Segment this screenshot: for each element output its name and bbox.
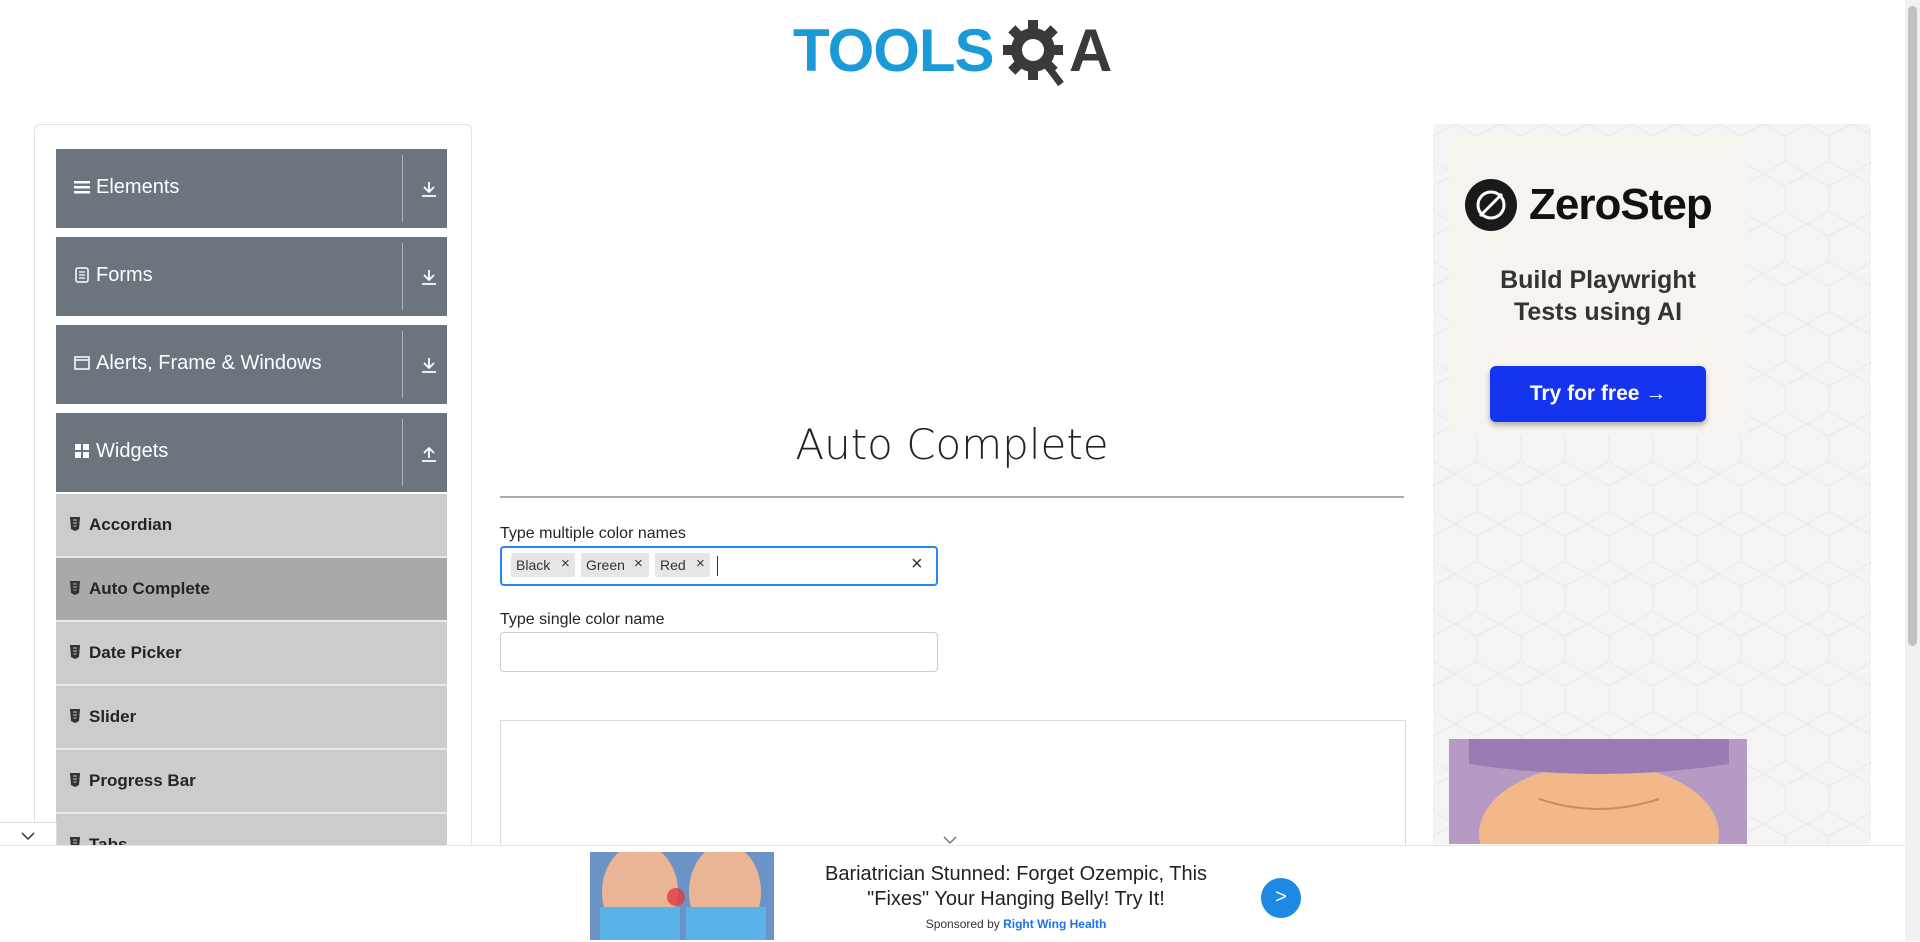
gear-icon [1003, 20, 1064, 87]
ad-image[interactable] [590, 852, 774, 940]
tagline-line1: Build Playwright [1500, 266, 1696, 294]
chevron-down-icon[interactable] [940, 834, 960, 846]
single-color-label: Type single color name [500, 611, 665, 628]
menu-item-label: Auto Complete [89, 579, 210, 598]
multi-color-input[interactable]: Black × Green × Red × × [500, 546, 938, 586]
title-divider [500, 496, 1404, 498]
page-scrollbar[interactable] [1905, 0, 1920, 941]
download-arrow-icon[interactable] [420, 179, 438, 199]
remove-chip-icon[interactable]: × [561, 555, 570, 572]
toolsqa-logo[interactable]: TOOLS A [793, 16, 1115, 90]
html5-icon [70, 645, 80, 659]
menu-group-title: Widgets [96, 440, 169, 462]
menu-item-label: Accordian [89, 515, 173, 534]
menu-item-label: Progress Bar [89, 771, 196, 790]
sponsor-prefix: Sponsored by [925, 917, 1004, 931]
download-arrow-icon[interactable] [420, 355, 438, 375]
ad-headline[interactable]: Bariatrician Stunned: Forget Ozempic, Th… [806, 862, 1226, 912]
color-chip: Black × [511, 553, 575, 577]
download-arrow-icon[interactable] [420, 267, 438, 287]
chip-label: Green [586, 557, 625, 573]
right-ad-panel: ZeroStep Build Playwright Tests using AI… [1433, 124, 1871, 844]
try-for-free-button[interactable]: Try for free → [1490, 366, 1706, 422]
zerostep-ad[interactable]: ZeroStep Build Playwright Tests using AI… [1449, 136, 1747, 436]
menu-item-date-picker[interactable]: Date Picker [56, 622, 447, 686]
html5-icon [70, 709, 80, 723]
upload-arrow-icon[interactable] [420, 443, 438, 463]
remove-chip-icon[interactable]: × [696, 555, 705, 572]
remove-chip-icon[interactable]: × [634, 555, 643, 572]
color-chip: Green × [581, 553, 649, 577]
divider [402, 331, 403, 398]
divider [402, 155, 403, 222]
sponsor-name[interactable]: Right Wing Health [1003, 917, 1106, 931]
menu-group-title: Elements [96, 176, 180, 198]
ad-illustration [1449, 739, 1747, 844]
html5-icon [70, 581, 80, 595]
page-title: Auto Complete [795, 420, 1109, 469]
color-chip: Red × [655, 553, 710, 577]
menu-group-forms[interactable]: Forms [56, 237, 447, 316]
menu-item-progress-bar[interactable]: Progress Bar [56, 750, 447, 814]
zerostep-brand: ZeroStep [1529, 180, 1713, 229]
window-icon [74, 356, 90, 370]
menu-item-label: Slider [89, 707, 137, 726]
menu-item-slider[interactable]: Slider [56, 686, 447, 750]
text-caret [717, 556, 718, 576]
bottom-ad-banner[interactable]: Bariatrician Stunned: Forget Ozempic, Th… [0, 836, 1905, 942]
chevron-down-icon [21, 832, 35, 841]
site-header: TOOLS A [0, 0, 1905, 110]
single-color-input[interactable] [500, 632, 938, 672]
scrollbar-thumb[interactable] [1908, 6, 1917, 646]
html5-icon [70, 517, 80, 531]
ad-next-button[interactable]: > [1261, 878, 1301, 918]
multi-color-label: Type multiple color names [500, 525, 686, 542]
divider [402, 419, 403, 486]
chip-label: Black [516, 557, 551, 573]
logo-text: TOOLS [793, 17, 995, 84]
menu-group-alerts[interactable]: Alerts, Frame & Windows [56, 325, 447, 404]
logo-suffix: A [1069, 17, 1113, 84]
clear-all-icon[interactable]: × [911, 553, 923, 576]
ad-image[interactable] [1449, 739, 1747, 844]
tagline-line2: Tests using AI [1513, 298, 1683, 326]
left-sidebar: Elements Forms Alerts, Frame & Windows W… [34, 124, 472, 886]
zerostep-tagline: Build Playwright Tests using AI [1449, 264, 1747, 328]
menu-item-accordian[interactable]: Accordian [56, 494, 447, 558]
ad-sponsor: Sponsored by Right Wing Health [806, 917, 1226, 931]
menu-group-title: Alerts, Frame & Windows [96, 352, 322, 374]
form-icon [75, 267, 89, 283]
zerostep-logo-icon [1465, 179, 1517, 231]
html5-icon [70, 773, 80, 787]
hamburger-icon [74, 181, 90, 194]
menu-group-widgets[interactable]: Widgets [56, 413, 447, 492]
menu-item-label: Date Picker [89, 643, 182, 662]
ad-illustration [590, 852, 774, 940]
divider [402, 243, 403, 310]
menu-item-auto-complete[interactable]: Auto Complete [56, 558, 447, 622]
menu-group-elements[interactable]: Elements [56, 149, 447, 228]
chip-label: Red [660, 557, 686, 573]
widgets-icon [75, 444, 89, 458]
menu-group-title: Forms [96, 264, 153, 286]
